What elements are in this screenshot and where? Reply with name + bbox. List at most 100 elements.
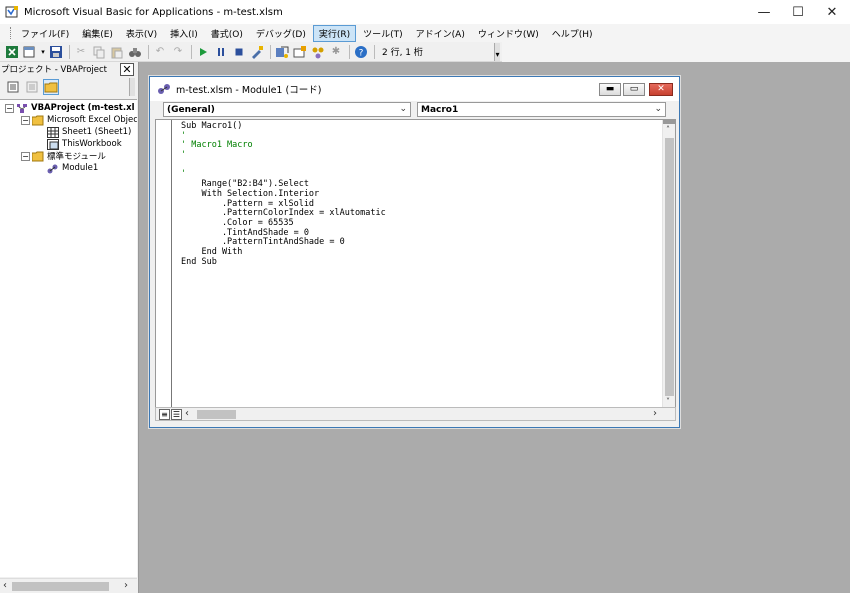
tree-node-thisworkbook[interactable]: ThisWorkbook bbox=[47, 138, 122, 150]
collapse-icon[interactable]: − bbox=[5, 103, 14, 113]
full-module-view-button[interactable]: ☰ bbox=[171, 409, 182, 420]
folder-icon bbox=[44, 82, 58, 93]
copy-button[interactable] bbox=[91, 44, 107, 60]
redo-button[interactable]: ↷ bbox=[170, 44, 186, 60]
pause-icon bbox=[218, 47, 224, 56]
toolbar-separator bbox=[374, 44, 375, 59]
code-margin[interactable] bbox=[156, 120, 172, 411]
paste-button[interactable] bbox=[109, 44, 125, 60]
code-line[interactable] bbox=[181, 161, 386, 171]
code-hscrollbar[interactable]: ≡ ☰ ‹ › bbox=[155, 407, 676, 421]
project-explorer-button[interactable] bbox=[274, 44, 290, 60]
toolbox-icon: ✱ bbox=[331, 46, 341, 57]
chevron-down-icon[interactable]: ⌄ bbox=[654, 104, 662, 114]
view-excel-button[interactable] bbox=[4, 44, 20, 60]
code-text[interactable]: Sub Macro1() ' ' Macro1 Macro ' ' Range("B2:… bbox=[181, 121, 386, 268]
code-line[interactable]: ' Macro1 Macro bbox=[181, 141, 386, 151]
close-icon: ✕ bbox=[657, 84, 665, 94]
run-button[interactable] bbox=[195, 44, 211, 60]
code-minimize-button[interactable]: ▬ bbox=[599, 83, 621, 96]
procedure-view-button[interactable]: ≡ bbox=[159, 409, 170, 420]
chevron-down-icon[interactable]: ⌄ bbox=[399, 104, 407, 114]
code-editor[interactable]: Sub Macro1() ' ' Macro1 Macro ' ' Range("B2:… bbox=[155, 119, 676, 412]
scroll-left-icon[interactable]: ‹ bbox=[185, 408, 189, 419]
properties-button[interactable] bbox=[292, 44, 308, 60]
menu-item[interactable]: 実行(R) bbox=[312, 24, 357, 42]
save-icon bbox=[50, 45, 62, 58]
module-icon bbox=[158, 84, 170, 94]
find-button[interactable] bbox=[127, 44, 143, 60]
code-close-button[interactable]: ✕ bbox=[649, 83, 673, 96]
help-button[interactable]: ? bbox=[353, 44, 369, 60]
title-bar: Microsoft Visual Basic for Applications … bbox=[0, 0, 850, 24]
project-pane-close-button[interactable]: ✕ bbox=[120, 63, 134, 76]
tree-node-standard-modules[interactable]: − 標準モジュール bbox=[21, 150, 106, 162]
scroll-up-icon[interactable]: ˄ bbox=[666, 125, 670, 134]
menu-item[interactable]: 書式(O) bbox=[205, 25, 249, 42]
scroll-left-icon[interactable]: ‹ bbox=[3, 580, 7, 591]
view-object-button[interactable] bbox=[24, 79, 40, 95]
code-line[interactable]: End Sub bbox=[181, 257, 386, 268]
menu-item[interactable]: 挿入(I) bbox=[164, 25, 204, 42]
close-icon: ✕ bbox=[826, 4, 838, 20]
menu-item[interactable]: デバッグ(D) bbox=[250, 25, 312, 42]
code-line[interactable]: Sub Macro1() bbox=[181, 121, 386, 132]
tree-label: Sheet1 (Sheet1) bbox=[62, 127, 132, 137]
menu-item[interactable]: ウィンドウ(W) bbox=[472, 25, 545, 42]
scroll-thumb[interactable] bbox=[12, 582, 109, 591]
vba-project-icon bbox=[17, 103, 27, 113]
collapse-icon[interactable]: − bbox=[21, 151, 30, 161]
toolbox-button[interactable]: ✱ bbox=[328, 44, 344, 60]
workbook-icon bbox=[47, 138, 59, 150]
insert-dropdown-icon[interactable]: ▾ bbox=[40, 44, 46, 60]
menubar-grip[interactable] bbox=[10, 27, 13, 39]
toggle-folders-button[interactable] bbox=[43, 79, 59, 95]
save-button[interactable] bbox=[48, 44, 64, 60]
reset-button[interactable] bbox=[231, 44, 247, 60]
view-code-button[interactable] bbox=[5, 79, 21, 95]
copy-icon bbox=[93, 46, 105, 58]
menu-item[interactable]: アドイン(A) bbox=[410, 25, 471, 42]
scroll-thumb[interactable] bbox=[665, 138, 674, 396]
view-code-icon bbox=[7, 81, 19, 93]
collapse-icon[interactable]: − bbox=[21, 115, 30, 125]
code-vscrollbar[interactable]: ˄ ˅ bbox=[662, 120, 676, 411]
scroll-down-icon[interactable]: ˅ bbox=[666, 397, 670, 406]
tree-node-vbaproject[interactable]: − VBAProject (m-test.xl bbox=[5, 102, 134, 114]
undo-button[interactable]: ↶ bbox=[152, 44, 168, 60]
design-mode-button[interactable] bbox=[249, 44, 265, 60]
tree-node-excel-objects[interactable]: − Microsoft Excel Objec bbox=[21, 114, 137, 126]
procedure-dropdown[interactable]: Macro1 ⌄ bbox=[417, 102, 666, 117]
minimize-icon: ▬ bbox=[605, 84, 615, 94]
menu-item[interactable]: 編集(E) bbox=[76, 25, 119, 42]
tree-label: ThisWorkbook bbox=[62, 139, 122, 149]
menu-item[interactable]: ツール(T) bbox=[357, 25, 409, 42]
break-button[interactable] bbox=[213, 44, 229, 60]
split-bar[interactable] bbox=[663, 120, 676, 124]
tree-label: 標準モジュール bbox=[47, 152, 106, 162]
cut-button[interactable]: ✂ bbox=[73, 44, 89, 60]
object-dropdown[interactable]: (General) ⌄ bbox=[163, 102, 411, 117]
object-browser-button[interactable] bbox=[310, 44, 326, 60]
folder-icon bbox=[32, 151, 44, 161]
code-window-titlebar[interactable]: m-test.xlsm - Module1 (コード) ▬ ▭ ✕ bbox=[150, 77, 679, 101]
project-tree-hscrollbar[interactable]: ‹ › bbox=[0, 578, 137, 593]
svg-text:?: ? bbox=[359, 48, 364, 58]
menu-item[interactable]: 表示(V) bbox=[120, 25, 163, 42]
minimize-icon: — bbox=[757, 4, 771, 20]
menu-item[interactable]: ファイル(F) bbox=[15, 25, 75, 42]
toolbar-overflow-button[interactable]: ▾ bbox=[494, 43, 500, 61]
help-icon: ? bbox=[355, 45, 367, 58]
insert-module-button[interactable] bbox=[22, 44, 38, 60]
scroll-right-icon[interactable]: › bbox=[653, 408, 657, 419]
scroll-right-icon[interactable]: › bbox=[124, 580, 128, 591]
tree-node-sheet1[interactable]: Sheet1 (Sheet1) bbox=[47, 126, 131, 138]
scroll-thumb[interactable] bbox=[197, 410, 236, 419]
code-maximize-button[interactable]: ▭ bbox=[623, 83, 645, 96]
code-line[interactable]: ' bbox=[181, 150, 386, 161]
tree-node-module1[interactable]: Module1 bbox=[47, 162, 98, 174]
menu-item[interactable]: ヘルプ(H) bbox=[546, 25, 599, 42]
vba-app-icon bbox=[5, 5, 19, 19]
project-toolbar-overflow[interactable] bbox=[129, 78, 135, 96]
close-button[interactable]: ✕ bbox=[812, 0, 850, 24]
